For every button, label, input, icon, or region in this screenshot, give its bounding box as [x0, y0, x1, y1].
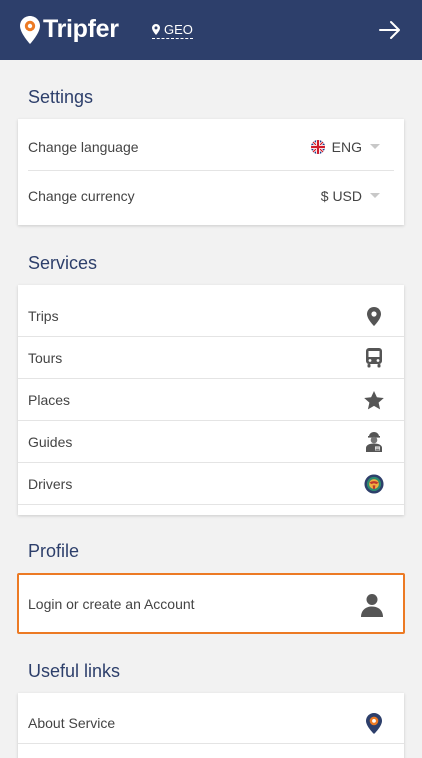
- currency-value[interactable]: $ USD: [321, 188, 362, 204]
- login-card[interactable]: Login or create an Account: [17, 573, 405, 634]
- services-card: Trips Tours Places Guides Drivers: [18, 285, 404, 515]
- change-language-label: Change language: [28, 138, 139, 155]
- service-item-tours[interactable]: Tours: [18, 337, 404, 379]
- card-bottom-spacer: [18, 505, 404, 515]
- useful-links-card: About Service: [18, 693, 404, 758]
- settings-title: Settings: [28, 87, 94, 107]
- tripfer-pin-icon: [364, 712, 384, 734]
- profile-title: Profile: [28, 541, 80, 561]
- chevron-down-icon[interactable]: [370, 144, 380, 149]
- chevron-down-icon[interactable]: [370, 193, 380, 198]
- user-icon: [361, 593, 383, 622]
- app-header: Tripfer GEO: [0, 0, 422, 60]
- service-label: Trips: [28, 307, 59, 324]
- login-label: Login or create an Account: [28, 596, 195, 612]
- link-item-about-service[interactable]: About Service: [18, 702, 404, 744]
- location-pin-icon: [152, 24, 160, 35]
- star-icon: [364, 390, 384, 410]
- service-item-trips[interactable]: Trips: [18, 295, 404, 337]
- settings-card: Change language ENG Change currency $ US…: [18, 119, 404, 225]
- service-label: Guides: [28, 433, 73, 450]
- service-label: Tours: [28, 349, 63, 366]
- change-currency-row[interactable]: Change currency $ USD: [28, 172, 394, 220]
- useful-links-title: Useful links: [28, 661, 121, 681]
- link-label: About Service: [28, 714, 116, 731]
- guide-icon: [364, 432, 384, 452]
- steering-wheel-icon: [364, 474, 384, 494]
- service-label: Drivers: [28, 475, 73, 492]
- map-pin-icon: [364, 306, 384, 326]
- tripfer-pin-icon: [20, 15, 40, 44]
- tripfer-logo[interactable]: Tripfer: [20, 15, 119, 44]
- card-top-spacer: [18, 285, 404, 295]
- bus-icon: [364, 348, 384, 368]
- region-selector[interactable]: GEO: [152, 22, 193, 39]
- services-title: Services: [28, 253, 98, 273]
- card-top-spacer: [18, 693, 404, 702]
- language-code: ENG: [331, 138, 362, 155]
- change-currency-label: Change currency: [28, 188, 135, 204]
- brand-name: Tripfer: [43, 15, 119, 43]
- service-label: Places: [28, 391, 71, 408]
- arrow-right-icon[interactable]: [378, 20, 402, 40]
- service-item-drivers[interactable]: Drivers: [18, 463, 404, 505]
- region-label: GEO: [164, 22, 193, 37]
- language-value[interactable]: ENG: [310, 138, 362, 155]
- service-item-places[interactable]: Places: [18, 379, 404, 421]
- uk-flag-icon: [310, 139, 325, 154]
- change-language-row[interactable]: Change language ENG: [28, 123, 394, 171]
- service-item-guides[interactable]: Guides: [18, 421, 404, 463]
